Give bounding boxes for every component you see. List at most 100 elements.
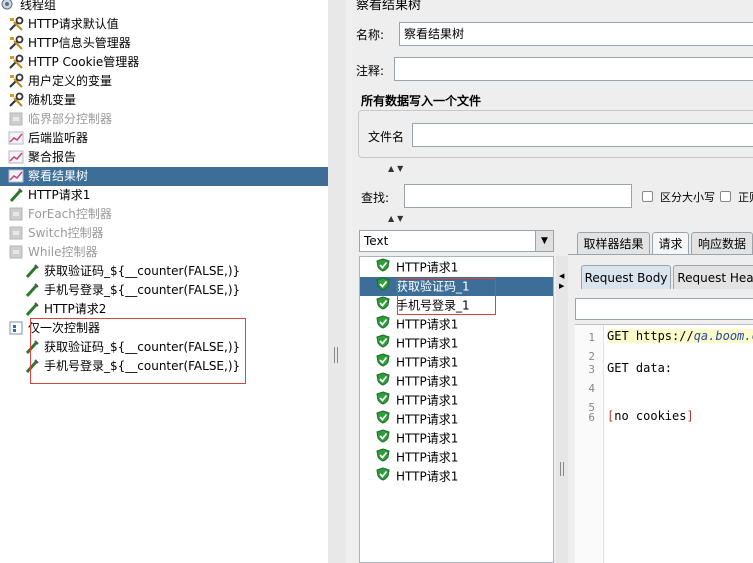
chart-icon (8, 168, 24, 184)
result-item[interactable]: HTTP请求1 (360, 372, 553, 391)
sampler-icon (24, 301, 40, 317)
tree-item[interactable]: 察看结果树 (0, 167, 328, 186)
success-shield-icon (376, 391, 390, 411)
tree-item[interactable]: 获取验证码_${__counter(FALSE,)} (24, 262, 240, 281)
code-line-6: [no cookies] (607, 409, 694, 423)
result-item-label: HTTP请求1 (396, 393, 459, 408)
result-item[interactable]: HTTP请求1 (360, 334, 553, 353)
code-line-3: GET data: (607, 361, 673, 375)
result-item-label: HTTP请求1 (396, 317, 459, 332)
tree-item-label: HTTP请求默认值 (28, 17, 119, 31)
result-item[interactable]: HTTP请求1 (360, 353, 553, 372)
chevron-down-icon[interactable]: ▼ (535, 231, 553, 251)
tree-item[interactable]: While控制器 (8, 243, 98, 262)
controller-icon (8, 225, 24, 241)
result-item-label: HTTP请求1 (396, 374, 459, 389)
tree-item[interactable]: HTTP请求默认值 (8, 15, 119, 34)
tree-item-label: HTTP请求2 (44, 302, 107, 316)
request-method-prefix: GET https:// (607, 329, 694, 343)
tab-sampler-result[interactable]: 取样器结果 (577, 232, 650, 254)
tree-item-label: While控制器 (28, 245, 98, 259)
request-url: qa.boom.c (693, 329, 753, 343)
arrow-left-icon[interactable]: ◀ (559, 272, 564, 280)
tab-request[interactable]: 请求 (652, 232, 689, 254)
search-input[interactable] (404, 184, 632, 208)
tree-item[interactable]: HTTP信息头管理器 (8, 34, 131, 53)
success-shield-icon (376, 258, 390, 278)
annotation-box-once-controller (30, 318, 246, 384)
tree-item[interactable]: 聚合报告 (8, 148, 76, 167)
line-number: 6 (588, 411, 595, 424)
case-sensitive-checkbox[interactable] (642, 191, 653, 202)
controller-icon (8, 111, 24, 127)
tree-root-thread-group[interactable]: 线程组 (0, 0, 56, 15)
renderer-select[interactable]: Text ▼ (359, 230, 554, 252)
regex-checkbox[interactable] (720, 191, 731, 202)
divider-grip[interactable] (334, 347, 338, 363)
line-number: 3 (588, 363, 595, 376)
sampler-icon (8, 187, 24, 203)
tree-item[interactable]: 临界部分控制器 (8, 110, 112, 129)
results-split-divider[interactable]: ◀ ▶ (556, 256, 568, 563)
tree-item-label: HTTP信息头管理器 (28, 36, 131, 50)
thread-group-icon (0, 0, 16, 13)
success-shield-icon (376, 467, 390, 487)
regex-label: 正则 (738, 191, 753, 204)
tab-underline (568, 254, 753, 255)
result-item[interactable]: HTTP请求1 (360, 448, 553, 467)
subtab-request-headers[interactable]: Request Hea (673, 265, 753, 289)
result-item[interactable]: HTTP请求1 (360, 391, 553, 410)
split-grip[interactable] (560, 462, 564, 476)
name-label: 名称: (356, 28, 385, 42)
request-body-viewer[interactable]: 1 2 3 4 5 6 GET https://qa.boom.c GET da… (575, 324, 753, 563)
bracket-close: ] (686, 409, 694, 423)
comment-field[interactable] (394, 57, 753, 81)
tree-item[interactable]: HTTP Cookie管理器 (8, 53, 139, 72)
request-search-field[interactable] (575, 298, 753, 320)
tab-response-data[interactable]: 响应数据 (691, 232, 753, 254)
tree-item[interactable]: 随机变量 (8, 91, 76, 110)
success-shield-icon (376, 448, 390, 468)
tree-item-label: 手机号登录_${__counter(FALSE,)} (44, 283, 241, 297)
tree-item[interactable]: 用户定义的变量 (8, 72, 112, 91)
name-field[interactable]: 察看结果树 (399, 22, 753, 46)
success-shield-icon (376, 315, 390, 335)
annotation-box-results (397, 278, 496, 315)
tree-item[interactable]: 手机号登录_${__counter(FALSE,)} (24, 281, 240, 300)
result-item[interactable]: HTTP请求1 (360, 467, 553, 486)
split-pane-divider[interactable] (328, 0, 346, 563)
result-item-label: HTTP请求1 (396, 336, 459, 351)
collapse-arrows-2[interactable]: ▲▼ (388, 214, 406, 223)
controller-icon (8, 244, 24, 260)
result-item-label: HTTP请求1 (396, 355, 459, 370)
search-label: 查找: (361, 191, 390, 205)
wrench-icon (8, 92, 24, 108)
tree-item[interactable]: HTTP请求2 (24, 300, 106, 319)
tree-item[interactable]: 后端监听器 (8, 129, 88, 148)
tree-item[interactable]: HTTP请求1 (8, 186, 90, 205)
chart-icon (8, 149, 24, 165)
result-item[interactable]: HTTP请求1 (360, 429, 553, 448)
tree-item-label: 获取验证码_${__counter(FALSE,)} (44, 264, 241, 278)
result-item[interactable]: HTTP请求1 (360, 315, 553, 334)
tree-item-label: HTTP Cookie管理器 (28, 55, 140, 69)
arrow-right-icon[interactable]: ▶ (559, 282, 564, 290)
result-item[interactable]: HTTP请求1 (360, 258, 553, 277)
result-item-label: HTTP请求1 (396, 450, 459, 465)
case-sensitive-label: 区分大小写 (660, 191, 715, 204)
result-item-label: HTTP请求1 (396, 469, 459, 484)
line-number: 4 (588, 382, 595, 395)
collapse-arrows-1[interactable]: ▲▼ (388, 164, 406, 173)
chart-icon (8, 130, 24, 146)
file-section-title: 所有数据写入一个文件 (361, 94, 482, 108)
success-shield-icon (376, 334, 390, 354)
tree-item[interactable]: Switch控制器 (8, 224, 104, 243)
result-item-label: HTTP请求1 (396, 412, 459, 427)
result-item[interactable]: HTTP请求1 (360, 410, 553, 429)
filename-label: 文件名 (368, 130, 405, 144)
result-item-label: HTTP请求1 (396, 260, 459, 275)
test-plan-tree[interactable]: 线程组 HTTP请求默认值 HTTP信息头管理器 HTTP Cookie管理器用户定… (0, 0, 328, 563)
filename-field[interactable] (412, 123, 753, 147)
subtab-request-body[interactable]: Request Body (581, 265, 671, 289)
tree-item[interactable]: ForEach控制器 (8, 205, 112, 224)
